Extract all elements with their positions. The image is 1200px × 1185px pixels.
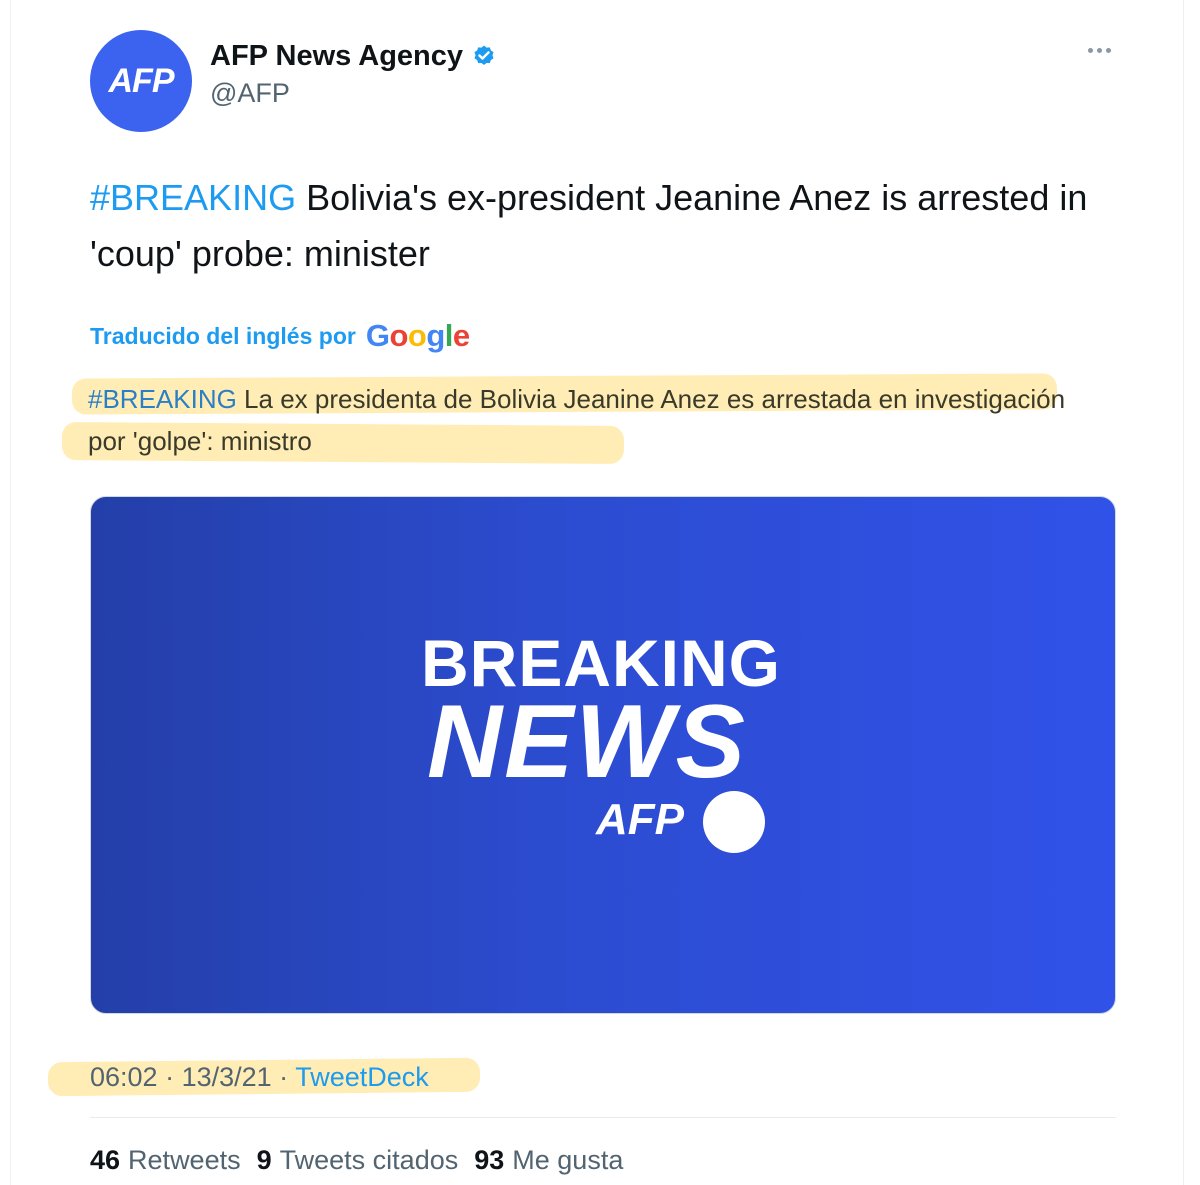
tweet-date[interactable]: 13/3/21 (182, 1062, 272, 1092)
translation-attribution[interactable]: Traducido del inglés por Google (90, 318, 470, 354)
verified-badge-icon (474, 45, 494, 65)
media-image[interactable]: BREAKING NEWS AFP (90, 496, 1116, 1014)
likes-count: 93 (474, 1145, 505, 1175)
afp-brand-text: AFP (596, 795, 684, 844)
likes-label: Me gusta (512, 1145, 624, 1175)
google-logo-icon: Google (365, 318, 470, 353)
tweet-time[interactable]: 06:02 (90, 1062, 158, 1092)
author-name-row[interactable]: AFP News Agency (210, 40, 497, 73)
retweets-stat[interactable]: 46 Retweets (90, 1145, 241, 1176)
quote-tweets-stat[interactable]: 9 Tweets citados (257, 1145, 459, 1176)
quote-tweets-count: 9 (256, 1145, 272, 1175)
avatar[interactable]: AFP (90, 30, 192, 132)
tweet-text: #BREAKING Bolivia's ex-president Jeanine… (90, 170, 1140, 282)
translated-text: #BREAKING La ex presidenta de Bolivia Je… (88, 378, 1088, 462)
hashtag-link[interactable]: #BREAKING (90, 177, 296, 218)
retweets-count: 46 (90, 1145, 121, 1175)
retweets-label: Retweets (128, 1145, 241, 1175)
translation-label: Traducido del inglés por (90, 322, 356, 349)
divider (90, 1117, 1116, 1118)
separator: · (271, 1062, 296, 1092)
afp-logo-dot (703, 791, 765, 853)
tweet-stats: 46 Retweets 9 Tweets citados 93 Me gusta (90, 1145, 623, 1176)
more-options-icon[interactable] (1088, 48, 1111, 53)
separator: · (157, 1062, 182, 1092)
news-text: NEWS (427, 684, 747, 800)
tweet-source-link[interactable]: TweetDeck (295, 1062, 429, 1092)
quote-tweets-label: Tweets citados (279, 1145, 459, 1175)
handle[interactable]: @AFP (210, 78, 290, 109)
likes-stat[interactable]: 93 Me gusta (474, 1145, 623, 1176)
display-name[interactable]: AFP News Agency (210, 40, 463, 73)
tweet-meta: 06:02 · 13/3/21 · TweetDeck (90, 1062, 429, 1093)
translated-hashtag-link[interactable]: #BREAKING (88, 384, 237, 414)
avatar-text: AFP (108, 61, 175, 100)
